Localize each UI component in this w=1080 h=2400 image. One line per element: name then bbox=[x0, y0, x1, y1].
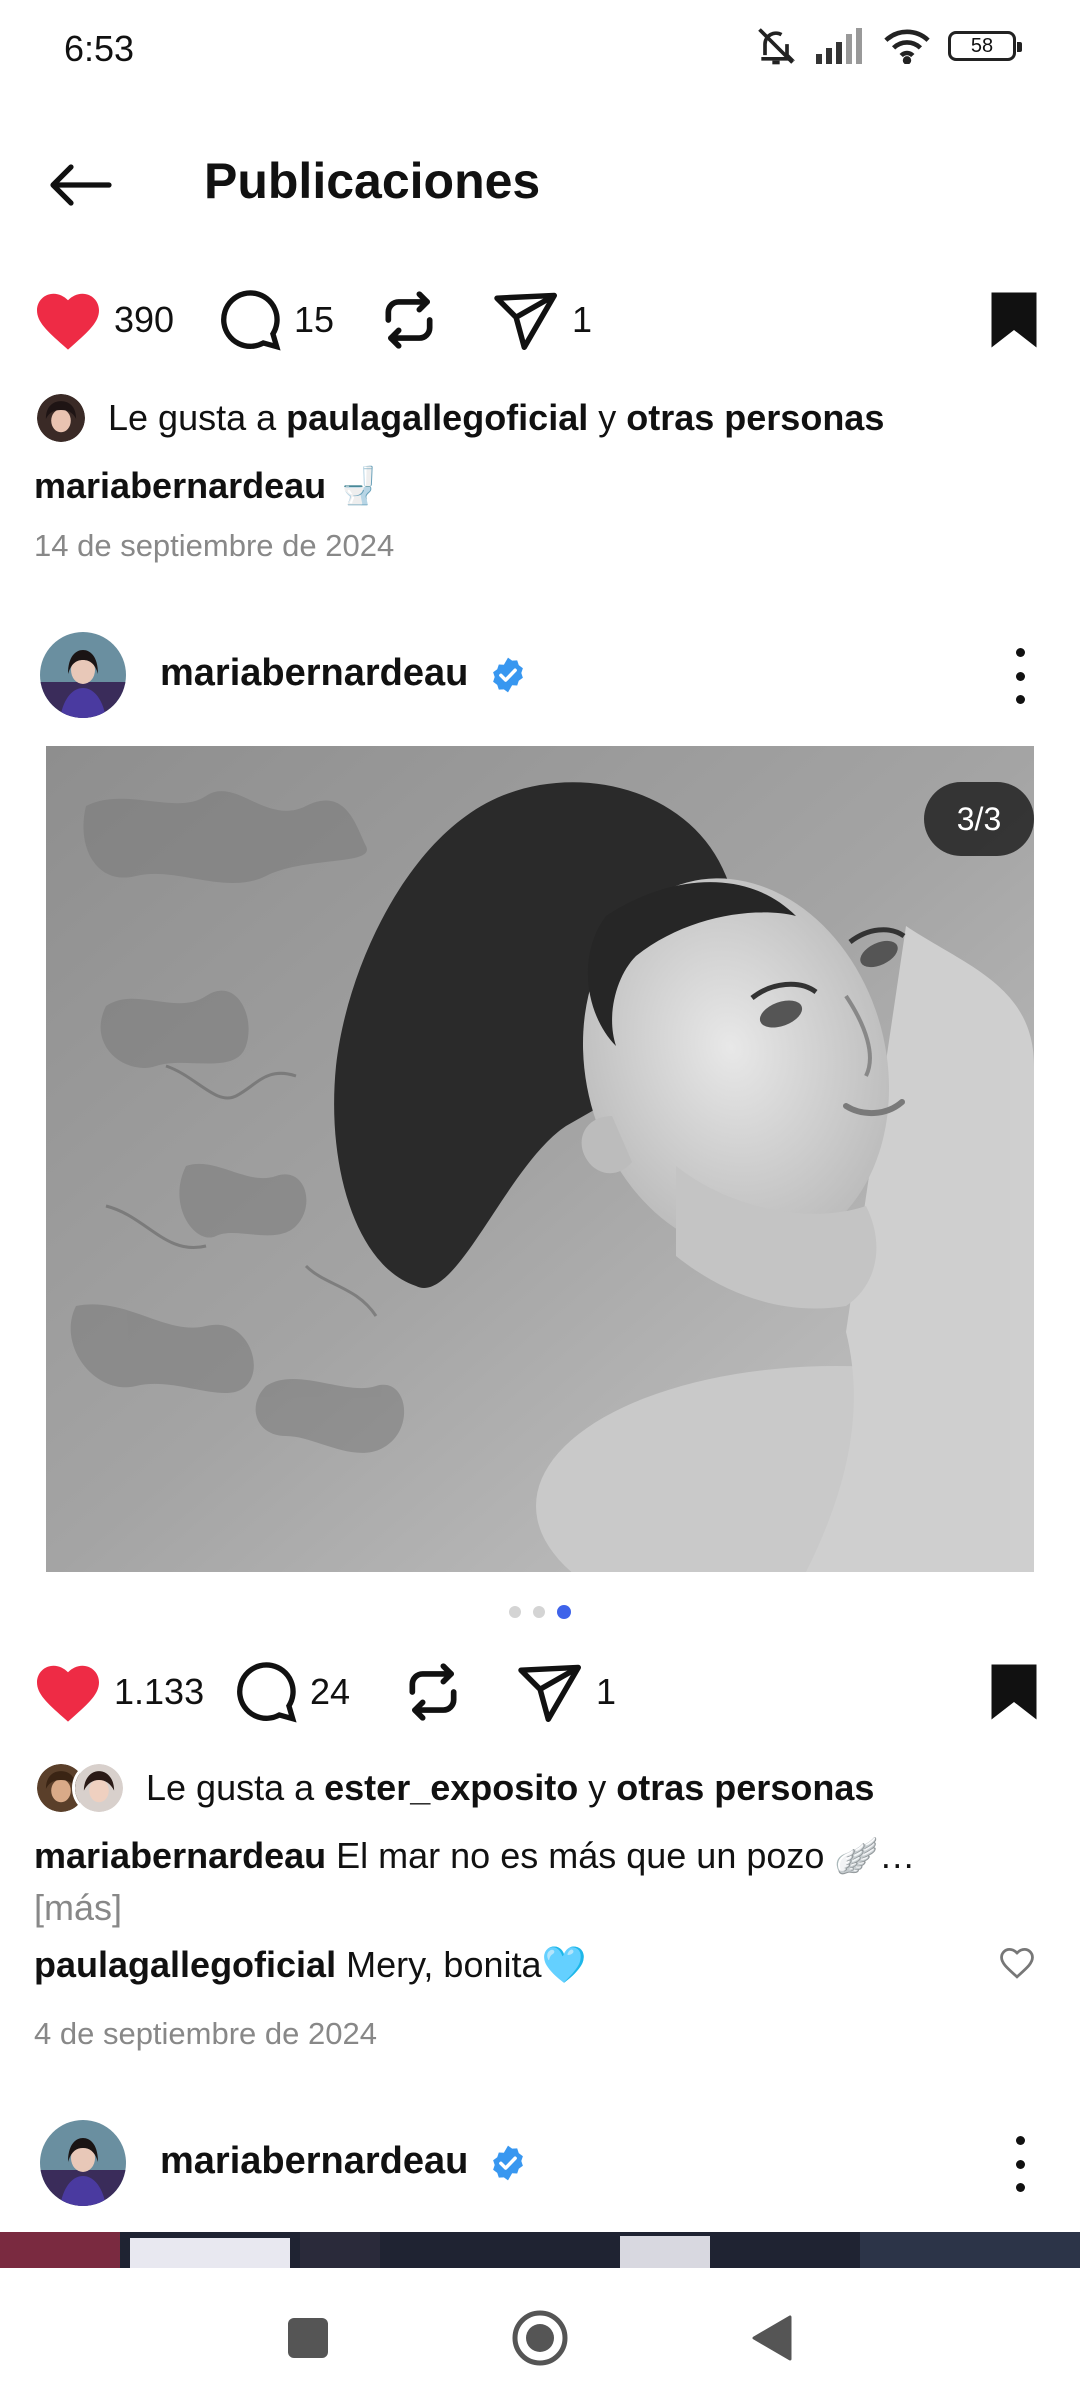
home-button[interactable] bbox=[500, 2298, 580, 2378]
system-nav-bar bbox=[0, 2268, 1080, 2400]
wifi-icon bbox=[884, 29, 930, 64]
comment-username[interactable]: paulagallegoficial bbox=[34, 1944, 336, 1985]
caption-text: El mar no es más que un pozo 🪽… bbox=[326, 1835, 916, 1876]
likes-count: 390 bbox=[114, 299, 175, 340]
shares-count: 1 bbox=[572, 299, 593, 340]
post2-header: mariabernardeau bbox=[0, 624, 1080, 724]
bookmark-icon bbox=[991, 292, 1037, 348]
battery-icon: 58 bbox=[948, 31, 1022, 61]
post2-liked-by[interactable]: Le gusta a ester_exposito y otras person… bbox=[34, 1758, 874, 1818]
comment-icon bbox=[237, 1662, 297, 1723]
liked-by-others[interactable]: otras personas bbox=[616, 1767, 874, 1808]
post2-date: 4 de septiembre de 2024 bbox=[34, 2016, 377, 2051]
share-button[interactable]: 1 bbox=[518, 1652, 616, 1732]
liked-by-others[interactable]: otras personas bbox=[626, 397, 884, 438]
repost-icon bbox=[385, 291, 433, 349]
comment-text: Mery, bonita🩵 bbox=[336, 1944, 587, 1985]
post1-date: 14 de septiembre de 2024 bbox=[34, 528, 395, 563]
post3-header: mariabernardeau bbox=[0, 2112, 1080, 2212]
send-icon bbox=[518, 1664, 581, 1722]
post1-liked-by[interactable]: Le gusta a paulagallegoficial y otras pe… bbox=[34, 388, 884, 448]
liker-avatar bbox=[34, 391, 88, 445]
liked-by-joiner: y bbox=[578, 1767, 617, 1808]
status-icons: 58 bbox=[754, 24, 1022, 68]
like-button[interactable]: 390 bbox=[34, 280, 174, 360]
post1-caption: mariabernardeau 🚽 bbox=[34, 460, 1034, 512]
post-photo bbox=[46, 746, 1034, 1572]
recents-button[interactable] bbox=[268, 2298, 348, 2378]
post-username[interactable]: mariabernardeau bbox=[160, 2140, 468, 2182]
verified-badge-icon bbox=[493, 657, 523, 693]
status-time: 6:53 bbox=[64, 28, 135, 69]
save-button[interactable] bbox=[988, 280, 1040, 360]
more-vert-icon[interactable] bbox=[1000, 648, 1040, 704]
carousel-dot bbox=[509, 1606, 521, 1618]
post-image[interactable]: 3/3 bbox=[46, 746, 1034, 1572]
comment-icon bbox=[221, 290, 281, 351]
top-comment: paulagallegoficial Mery, bonita🩵 bbox=[34, 1944, 586, 1986]
send-icon bbox=[494, 292, 557, 350]
battery-level: 58 bbox=[970, 34, 994, 57]
carousel-dot bbox=[533, 1606, 545, 1618]
avatar[interactable] bbox=[40, 632, 126, 718]
liker-avatar bbox=[72, 1761, 126, 1815]
more-link[interactable]: [más] bbox=[34, 1887, 122, 1928]
image-counter-badge: 3/3 bbox=[924, 782, 1034, 856]
repost-button[interactable] bbox=[402, 1652, 464, 1732]
top-app-bar: Publicaciones bbox=[0, 140, 1080, 230]
post1-action-bar: 390 15 1 bbox=[0, 280, 1080, 360]
likes-count: 1.133 bbox=[114, 1671, 205, 1712]
repost-button[interactable] bbox=[378, 280, 440, 360]
back-nav-button[interactable] bbox=[732, 2298, 812, 2378]
page-title: Publicaciones bbox=[204, 153, 541, 209]
like-button[interactable]: 1.133 bbox=[34, 1652, 204, 1732]
next-post-image[interactable] bbox=[0, 2232, 1080, 2268]
avatar[interactable] bbox=[40, 2120, 126, 2206]
carousel-indicator bbox=[0, 1605, 1080, 1619]
shares-count: 1 bbox=[596, 1671, 617, 1712]
recents-icon bbox=[288, 2318, 328, 2358]
post-username[interactable]: mariabernardeau bbox=[160, 652, 468, 694]
heart-icon bbox=[37, 1665, 99, 1722]
status-bar: 6:53 58 bbox=[0, 0, 1080, 100]
post2-action-bar: 1.133 24 1 bbox=[0, 1652, 1080, 1732]
caption-text: 🚽 bbox=[326, 465, 381, 506]
more-vert-icon[interactable] bbox=[1000, 2136, 1040, 2192]
bookmark-icon bbox=[991, 1664, 1037, 1720]
verified-badge-icon bbox=[493, 2145, 523, 2181]
back-button[interactable] bbox=[40, 150, 120, 220]
comments-count: 15 bbox=[294, 299, 335, 340]
liked-by-prefix: Le gusta a bbox=[146, 1767, 325, 1808]
liked-by-user[interactable]: paulagallegoficial bbox=[286, 397, 588, 438]
home-icon bbox=[512, 2310, 568, 2366]
save-button[interactable] bbox=[988, 1652, 1040, 1732]
post2-caption: mariabernardeau El mar no es más que un … bbox=[34, 1830, 1034, 1934]
comment-like-button[interactable] bbox=[998, 1946, 1036, 1985]
triangle-back-icon bbox=[752, 2315, 792, 2361]
caption-username[interactable]: mariabernardeau bbox=[34, 465, 326, 506]
liked-by-joiner: y bbox=[588, 397, 627, 438]
liked-by-user[interactable]: ester_exposito bbox=[324, 1767, 578, 1808]
carousel-dot-active bbox=[557, 1605, 571, 1619]
comments-count: 24 bbox=[310, 1671, 351, 1712]
comment-button[interactable]: 24 bbox=[234, 1652, 350, 1732]
repost-icon bbox=[409, 1663, 457, 1721]
mute-icon bbox=[758, 28, 796, 65]
caption-username[interactable]: mariabernardeau bbox=[34, 1835, 326, 1876]
heart-icon bbox=[37, 293, 99, 350]
heart-outline-icon bbox=[1000, 1948, 1034, 1979]
share-button[interactable]: 1 bbox=[494, 280, 592, 360]
signal-icon bbox=[816, 28, 862, 64]
arrow-left-icon bbox=[50, 164, 112, 206]
comment-button[interactable]: 15 bbox=[218, 280, 334, 360]
liked-by-prefix: Le gusta a bbox=[108, 397, 287, 438]
